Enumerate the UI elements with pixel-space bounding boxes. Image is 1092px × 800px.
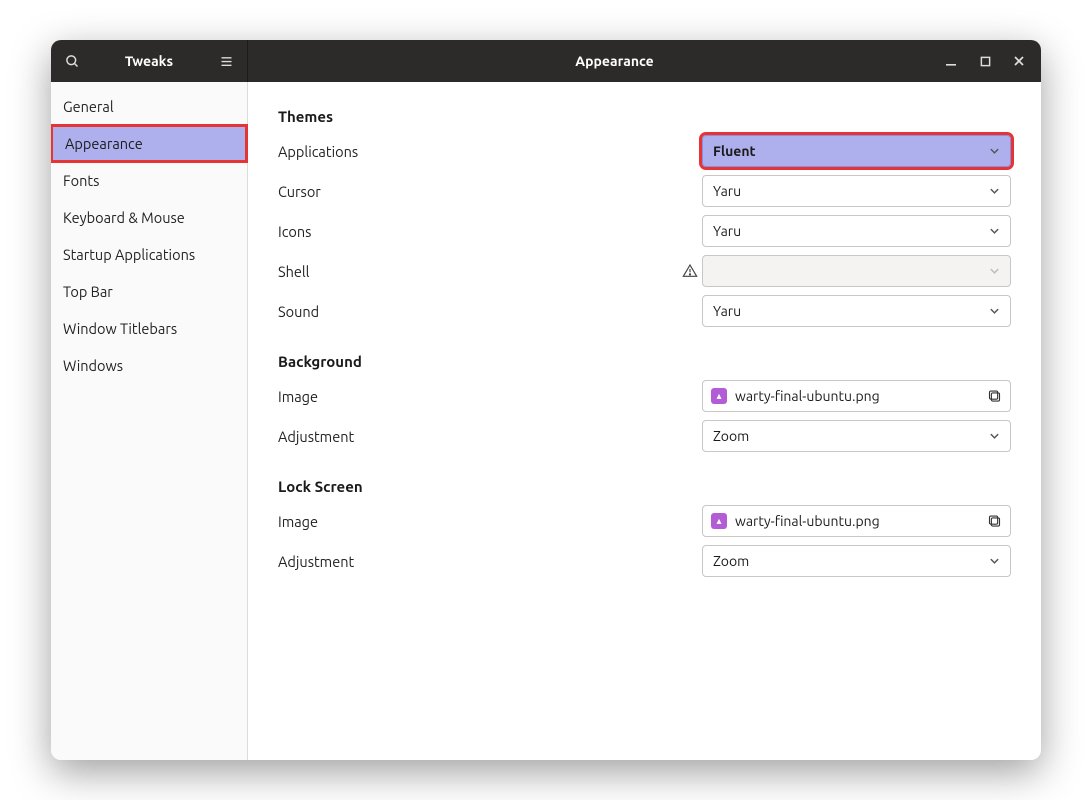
dropdown-value: Yaru <box>713 223 741 239</box>
label-sound: Sound <box>278 303 678 320</box>
titlebar: Tweaks Appearance <box>51 40 1041 82</box>
sidebar: General Appearance Fonts Keyboard & Mous… <box>51 82 248 760</box>
label-bg-image: Image <box>278 388 678 405</box>
dropdown-applications[interactable]: Fluent <box>702 135 1011 167</box>
browse-icon <box>987 389 1002 404</box>
row-bg-image: Image ▴ warty-final-ubuntu.png <box>278 376 1011 416</box>
titlebar-left: Tweaks <box>51 40 248 82</box>
image-file-icon: ▴ <box>711 513 727 529</box>
page-title: Appearance <box>248 40 921 82</box>
window-body: General Appearance Fonts Keyboard & Mous… <box>51 82 1041 760</box>
row-lock-adjustment: Adjustment Zoom <box>278 541 1011 581</box>
minimize-button[interactable] <box>935 47 967 75</box>
chevron-down-icon <box>989 556 1000 567</box>
dropdown-shell <box>702 255 1011 287</box>
sidebar-item-general[interactable]: General <box>51 88 247 125</box>
sidebar-item-windows[interactable]: Windows <box>51 347 247 384</box>
close-icon <box>1013 55 1025 67</box>
label-lock-adjustment: Adjustment <box>278 553 678 570</box>
sidebar-item-label: Top Bar <box>63 283 113 300</box>
label-icons: Icons <box>278 223 678 240</box>
minimize-icon <box>945 55 957 67</box>
window-controls <box>921 40 1041 82</box>
dropdown-value: Yaru <box>713 303 741 319</box>
dropdown-cursor[interactable]: Yaru <box>702 175 1011 207</box>
sidebar-item-label: Windows <box>63 357 123 374</box>
chevron-down-icon <box>989 226 1000 237</box>
dropdown-icons[interactable]: Yaru <box>702 215 1011 247</box>
row-icons: Icons Yaru <box>278 211 1011 251</box>
label-bg-adjustment: Adjustment <box>278 428 678 445</box>
row-lock-image: Image ▴ warty-final-ubuntu.png <box>278 501 1011 541</box>
sidebar-item-label: Appearance <box>65 135 143 152</box>
row-applications: Applications Fluent <box>278 131 1011 171</box>
chevron-down-icon <box>989 186 1000 197</box>
sidebar-item-window-titlebars[interactable]: Window Titlebars <box>51 310 247 347</box>
row-shell: Shell <box>278 251 1011 291</box>
chevron-down-icon <box>989 306 1000 317</box>
dropdown-lock-adjustment[interactable]: Zoom <box>702 545 1011 577</box>
dropdown-value: Yaru <box>713 183 741 199</box>
file-name: warty-final-ubuntu.png <box>735 513 880 529</box>
section-title-lockscreen: Lock Screen <box>278 478 1011 495</box>
browse-icon <box>987 514 1002 529</box>
dropdown-value: Zoom <box>713 428 749 444</box>
app-title: Tweaks <box>93 53 205 69</box>
section-title-themes: Themes <box>278 108 1011 125</box>
sidebar-item-label: Window Titlebars <box>63 320 177 337</box>
row-sound: Sound Yaru <box>278 291 1011 331</box>
sidebar-item-appearance[interactable]: Appearance <box>51 125 247 162</box>
sidebar-item-top-bar[interactable]: Top Bar <box>51 273 247 310</box>
filechooser-lock-image[interactable]: ▴ warty-final-ubuntu.png <box>702 505 1011 537</box>
sidebar-item-label: Startup Applications <box>63 246 195 263</box>
content-panel: Themes Applications Fluent Cursor Yaru <box>248 82 1041 760</box>
row-bg-adjustment: Adjustment Zoom <box>278 416 1011 456</box>
filechooser-bg-image[interactable]: ▴ warty-final-ubuntu.png <box>702 380 1011 412</box>
label-lock-image: Image <box>278 513 678 530</box>
sidebar-item-label: Keyboard & Mouse <box>63 209 185 226</box>
sidebar-item-label: General <box>63 98 114 115</box>
label-cursor: Cursor <box>278 183 678 200</box>
hamburger-button[interactable] <box>205 54 247 69</box>
chevron-down-icon <box>989 431 1000 442</box>
search-icon <box>65 54 80 69</box>
sidebar-item-startup-apps[interactable]: Startup Applications <box>51 236 247 273</box>
label-applications: Applications <box>278 143 678 160</box>
chevron-down-icon <box>989 146 1000 157</box>
label-shell: Shell <box>278 263 678 280</box>
maximize-icon <box>980 56 991 67</box>
sidebar-item-label: Fonts <box>63 172 99 189</box>
warning-icon <box>678 263 702 279</box>
section-title-background: Background <box>278 353 1011 370</box>
search-button[interactable] <box>51 54 93 69</box>
sidebar-item-keyboard-mouse[interactable]: Keyboard & Mouse <box>51 199 247 236</box>
chevron-down-icon <box>989 266 1000 277</box>
row-cursor: Cursor Yaru <box>278 171 1011 211</box>
dropdown-sound[interactable]: Yaru <box>702 295 1011 327</box>
dropdown-bg-adjustment[interactable]: Zoom <box>702 420 1011 452</box>
close-button[interactable] <box>1003 47 1035 75</box>
dropdown-value: Zoom <box>713 553 749 569</box>
image-file-icon: ▴ <box>711 388 727 404</box>
dropdown-value: Fluent <box>713 143 756 159</box>
tweaks-window: Tweaks Appearance General Appearance Fon… <box>51 40 1041 760</box>
hamburger-icon <box>219 54 234 69</box>
sidebar-item-fonts[interactable]: Fonts <box>51 162 247 199</box>
maximize-button[interactable] <box>969 47 1001 75</box>
file-name: warty-final-ubuntu.png <box>735 388 880 404</box>
